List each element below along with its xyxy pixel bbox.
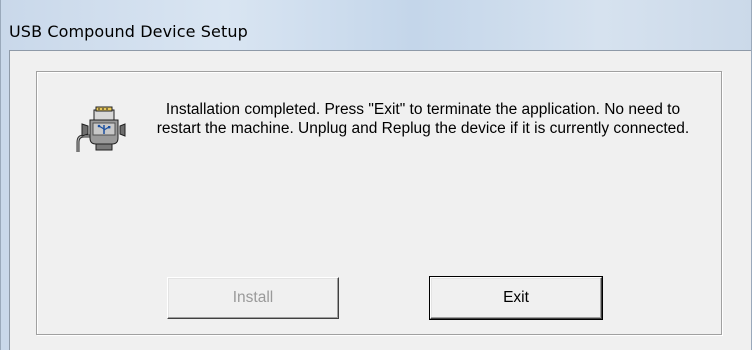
setup-window: USB Compound Device Setup Installation c… — [0, 0, 752, 350]
dialog-client-area: Installation completed. Press "Exit" to … — [9, 50, 751, 350]
window-title: USB Compound Device Setup — [9, 22, 248, 41]
message-group-box: Installation completed. Press "Exit" to … — [36, 71, 722, 335]
usb-device-icon — [76, 106, 126, 152]
title-bar[interactable]: USB Compound Device Setup — [1, 0, 752, 50]
completion-message: Installation completed. Press "Exit" to … — [156, 101, 690, 137]
exit-button[interactable]: Exit — [429, 276, 603, 320]
install-button[interactable]: Install — [167, 277, 339, 319]
